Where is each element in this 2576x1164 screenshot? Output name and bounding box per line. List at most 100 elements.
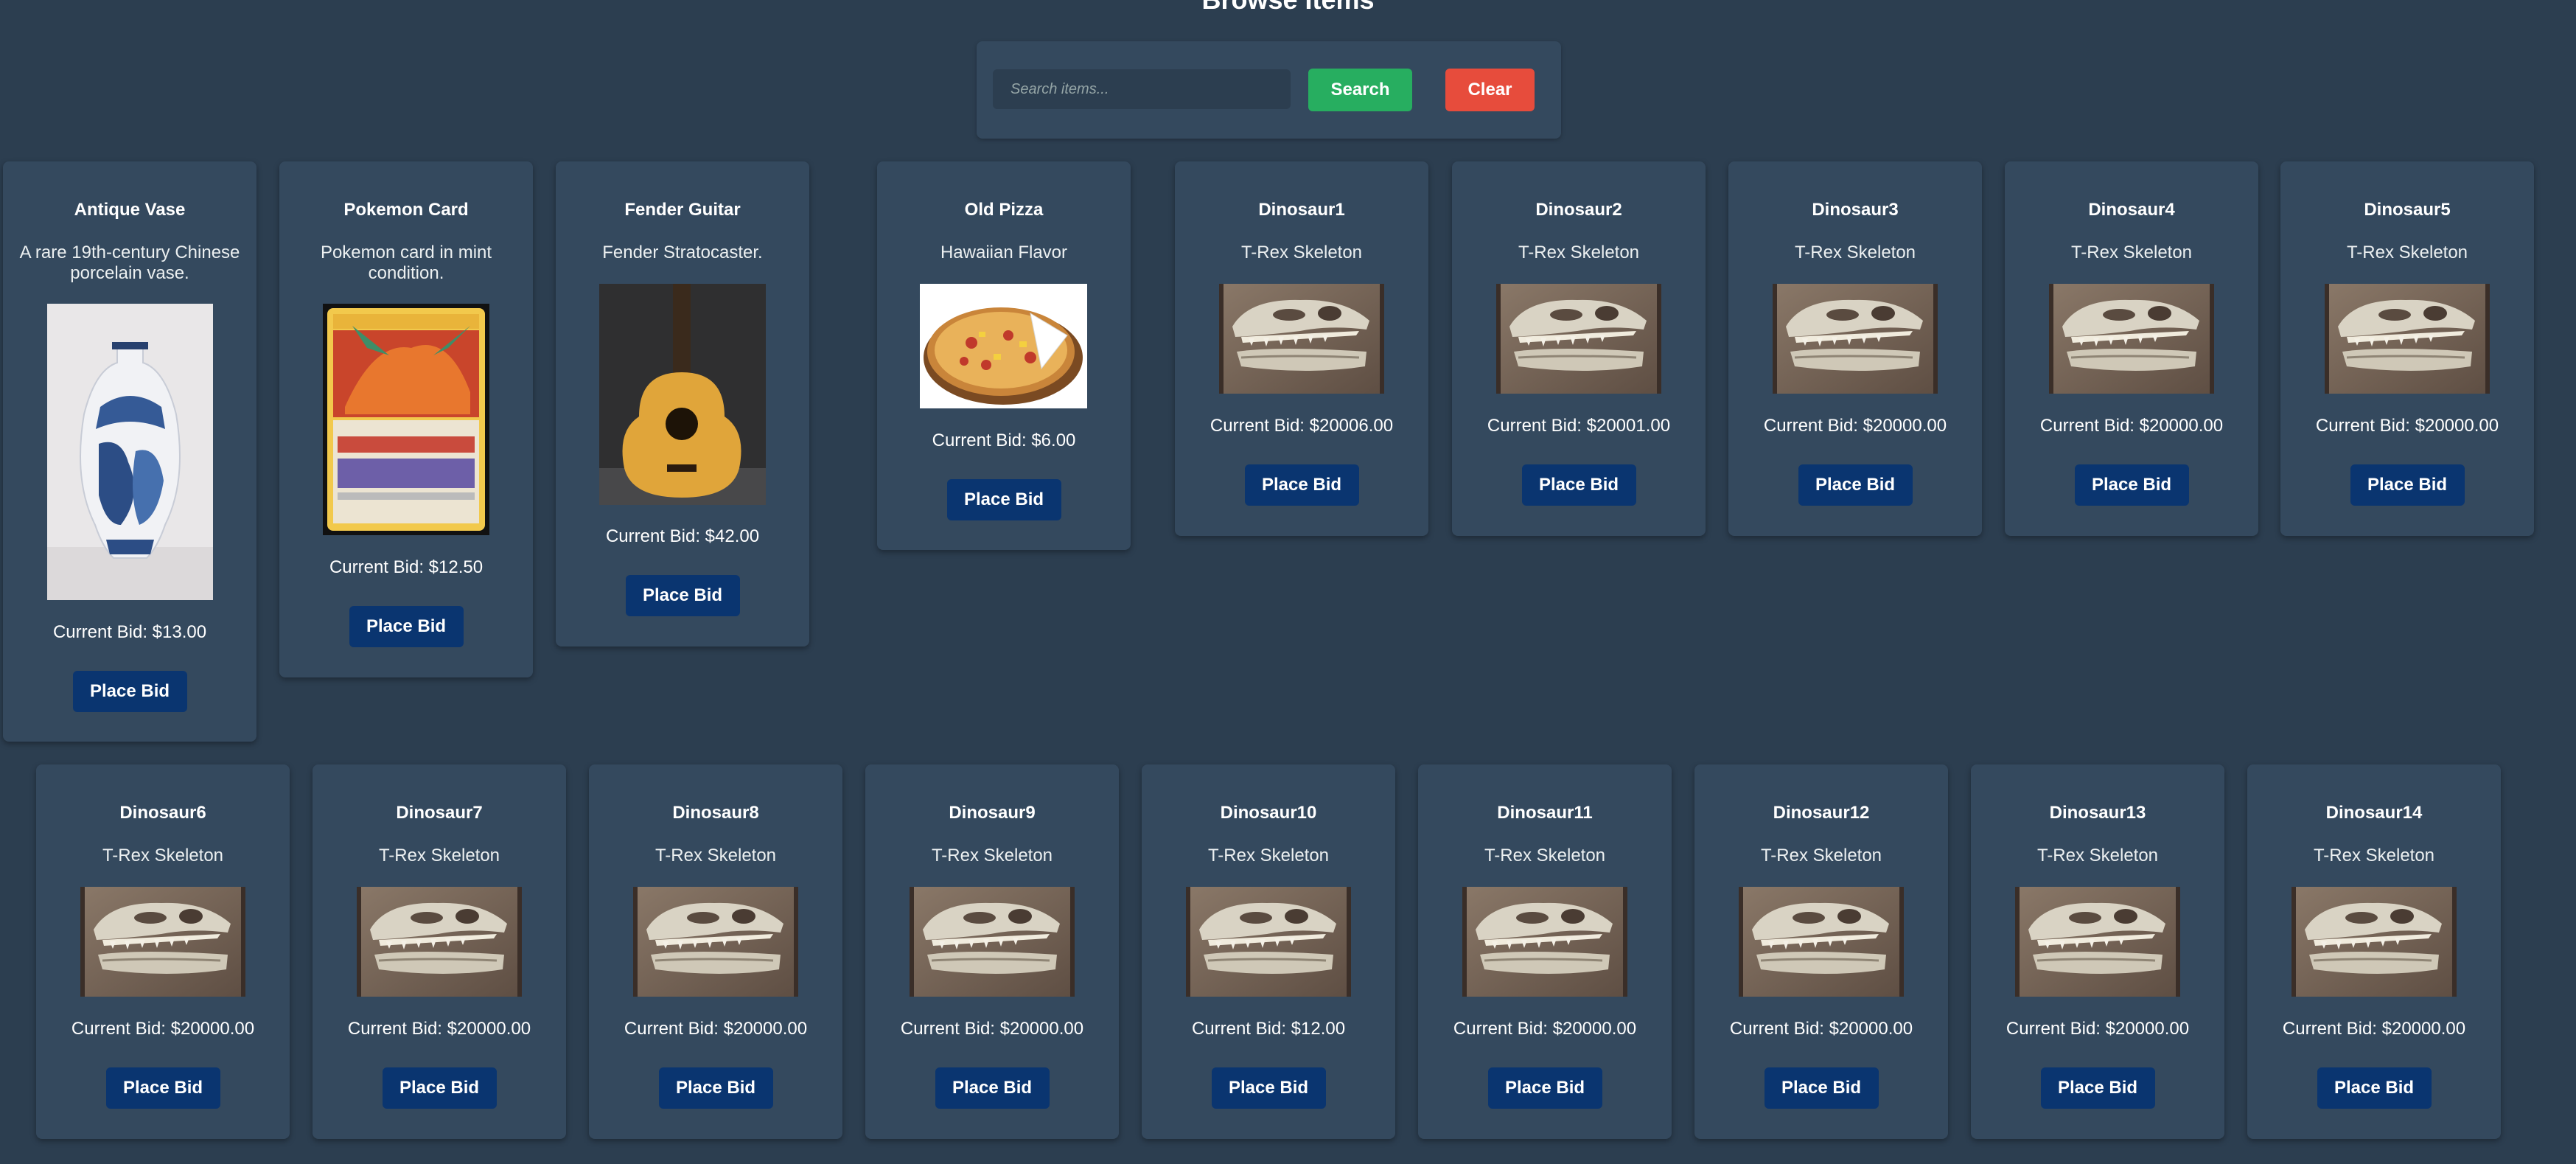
item-description: T-Rex Skeleton — [1240, 243, 1363, 262]
item-card: Dinosaur12 T-Rex Skeleton Current Bid: $2… — [1694, 764, 1948, 1139]
current-bid: Current Bid: $20000.00 — [1763, 416, 1947, 436]
pokemon-card-image — [323, 304, 489, 535]
item-card: Dinosaur1 T-Rex Skeleton Current Bid: $20… — [1175, 161, 1428, 536]
item-card: Dinosaur3 T-Rex Skeleton Current Bid: $20… — [1728, 161, 1982, 536]
item-card: Dinosaur5 T-Rex Skeleton Current Bid: $20… — [2280, 161, 2534, 536]
item-description: Fender Stratocaster. — [602, 243, 763, 262]
item-description: T-Rex Skeleton — [2036, 846, 2159, 865]
item-title: Dinosaur2 — [1535, 200, 1622, 220]
place-bid-button[interactable]: Place Bid — [1521, 464, 1636, 506]
current-bid: Current Bid: $20000.00 — [1453, 1019, 1637, 1039]
page-title: Browse Items — [0, 0, 2576, 16]
skull-image — [633, 887, 798, 997]
current-bid: Current Bid: $20006.00 — [1210, 416, 1394, 436]
search-button[interactable]: Search — [1308, 69, 1412, 111]
item-title: Dinosaur7 — [396, 803, 483, 823]
skull-image — [1773, 284, 1938, 394]
item-title: Dinosaur5 — [2364, 200, 2451, 220]
place-bid-button[interactable]: Place Bid — [935, 1067, 1050, 1109]
current-bid: Current Bid: $20001.00 — [1487, 416, 1671, 436]
item-card: Dinosaur14 T-Rex Skeleton Current Bid: $2… — [2247, 764, 2501, 1139]
item-description: T-Rex Skeleton — [378, 846, 500, 865]
item-card: Dinosaur7 T-Rex Skeleton Current Bid: $20… — [313, 764, 566, 1139]
place-bid-button[interactable]: Place Bid — [1211, 1067, 1326, 1109]
skull-image — [1739, 887, 1904, 997]
item-card: Dinosaur6 T-Rex Skeleton Current Bid: $20… — [36, 764, 290, 1139]
skull-image — [1496, 284, 1661, 394]
skull-image — [2325, 284, 2490, 394]
item-title: Pokemon Card — [343, 200, 469, 220]
item-description: T-Rex Skeleton — [931, 846, 1053, 865]
place-bid-button[interactable]: Place Bid — [658, 1067, 773, 1109]
skull-image — [80, 887, 245, 997]
item-title: Old Pizza — [964, 200, 1044, 220]
current-bid: Current Bid: $12.00 — [1191, 1019, 1346, 1039]
item-card: Fender Guitar Fender Stratocaster. Curren… — [556, 161, 809, 647]
item-description: T-Rex Skeleton — [1794, 243, 1916, 262]
item-title: Dinosaur1 — [1258, 200, 1345, 220]
place-bid-button[interactable]: Place Bid — [1764, 1067, 1879, 1109]
current-bid: Current Bid: $20000.00 — [1729, 1019, 1913, 1039]
item-description: T-Rex Skeleton — [2313, 846, 2435, 865]
skull-image — [2049, 284, 2214, 394]
vase-image — [47, 304, 213, 600]
place-bid-button[interactable]: Place Bid — [1798, 464, 1913, 506]
item-title: Dinosaur13 — [2049, 803, 2146, 823]
page-bottom — [0, 1156, 2576, 1164]
place-bid-button[interactable]: Place Bid — [72, 671, 187, 712]
item-title: Fender Guitar — [624, 200, 741, 220]
place-bid-button[interactable]: Place Bid — [1244, 464, 1359, 506]
skull-image — [1186, 887, 1351, 997]
search-panel: Search Clear — [977, 41, 1561, 139]
item-description: T-Rex Skeleton — [2070, 243, 2193, 262]
place-bid-button[interactable]: Place Bid — [382, 1067, 497, 1109]
place-bid-button[interactable]: Place Bid — [2074, 464, 2189, 506]
item-card: Antique Vase A rare 19th-century Chinese … — [3, 161, 256, 742]
current-bid: Current Bid: $13.00 — [52, 622, 207, 642]
item-description: Pokemon card in mint condition. — [320, 243, 492, 283]
search-input[interactable] — [993, 69, 1291, 109]
current-bid: Current Bid: $20000.00 — [900, 1019, 1084, 1039]
place-bid-button[interactable]: Place Bid — [105, 1067, 220, 1109]
item-description: T-Rex Skeleton — [1207, 846, 1330, 865]
item-title: Dinosaur12 — [1773, 803, 1870, 823]
place-bid-button[interactable]: Place Bid — [349, 606, 464, 647]
place-bid-button[interactable]: Place Bid — [2350, 464, 2465, 506]
skull-image — [910, 887, 1075, 997]
place-bid-button[interactable]: Place Bid — [2317, 1067, 2432, 1109]
current-bid: Current Bid: $42.00 — [605, 526, 760, 546]
current-bid: Current Bid: $6.00 — [932, 431, 1076, 450]
current-bid: Current Bid: $20000.00 — [624, 1019, 808, 1039]
item-card: Pokemon Card Pokemon card in mint conditi… — [279, 161, 533, 677]
item-title: Dinosaur8 — [672, 803, 759, 823]
skull-image — [357, 887, 522, 997]
skull-image — [1462, 887, 1627, 997]
item-card: Dinosaur10 T-Rex Skeleton Current Bid: $1… — [1142, 764, 1395, 1139]
skull-image — [1219, 284, 1384, 394]
guitar-image — [599, 284, 766, 505]
current-bid: Current Bid: $20000.00 — [2282, 1019, 2466, 1039]
place-bid-button[interactable]: Place Bid — [2040, 1067, 2155, 1109]
current-bid: Current Bid: $20000.00 — [2006, 1019, 2190, 1039]
item-description: T-Rex Skeleton — [102, 846, 224, 865]
current-bid: Current Bid: $20000.00 — [347, 1019, 531, 1039]
item-title: Dinosaur6 — [119, 803, 206, 823]
item-description: A rare 19th-century Chinese porcelain va… — [19, 243, 240, 283]
place-bid-button[interactable]: Place Bid — [1487, 1067, 1602, 1109]
item-description: T-Rex Skeleton — [2346, 243, 2468, 262]
current-bid: Current Bid: $20000.00 — [2315, 416, 2499, 436]
item-description: T-Rex Skeleton — [655, 846, 777, 865]
place-bid-button[interactable]: Place Bid — [625, 575, 740, 616]
skull-image — [2015, 887, 2180, 997]
item-card: Dinosaur2 T-Rex Skeleton Current Bid: $20… — [1452, 161, 1706, 536]
item-description: T-Rex Skeleton — [1760, 846, 1882, 865]
item-card: Dinosaur13 T-Rex Skeleton Current Bid: $2… — [1971, 764, 2224, 1139]
item-description: T-Rex Skeleton — [1484, 846, 1606, 865]
item-title: Dinosaur9 — [949, 803, 1036, 823]
item-title: Antique Vase — [74, 200, 186, 220]
item-card: Dinosaur4 T-Rex Skeleton Current Bid: $20… — [2005, 161, 2258, 536]
item-title: Dinosaur11 — [1497, 803, 1593, 823]
item-description: Hawaiian Flavor — [940, 243, 1068, 262]
clear-button[interactable]: Clear — [1445, 69, 1535, 111]
place-bid-button[interactable]: Place Bid — [946, 479, 1061, 520]
